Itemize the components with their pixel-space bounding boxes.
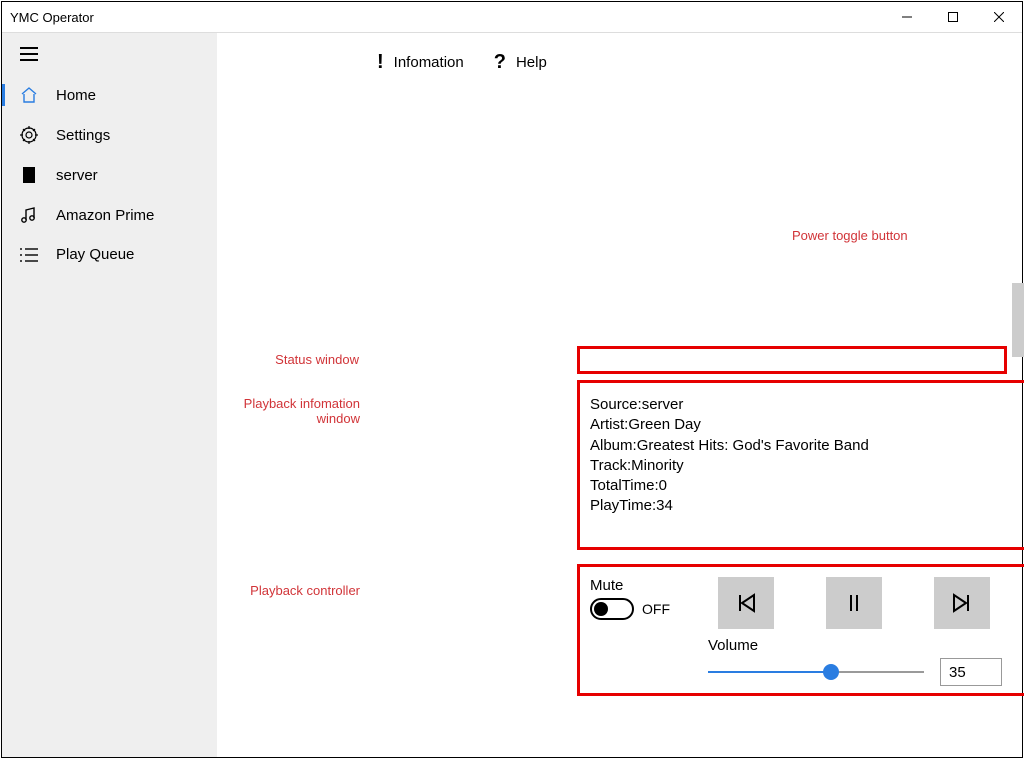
power-toggle-button[interactable]: Power [1012, 283, 1024, 357]
value-album: Greatest Hits: God's Favorite Band [637, 437, 869, 454]
sidebar-item-label: Settings [56, 127, 110, 144]
maximize-button[interactable] [930, 2, 976, 32]
value-source: server [642, 396, 684, 413]
sidebar-item-home[interactable]: Home [2, 75, 217, 115]
skip-next-icon [950, 591, 974, 615]
playback-controller: Mute OFF [577, 564, 1024, 696]
info-icon: ! [377, 51, 384, 74]
playback-information-window: Source:server Artist:Green Day Album:Gre… [577, 380, 1024, 550]
sidebar-item-label: Play Queue [56, 246, 134, 263]
value-artist: Green Day [628, 416, 701, 433]
label-source: Source: [590, 396, 642, 413]
label-totaltime: TotalTime: [590, 477, 659, 494]
sidebar-item-settings[interactable]: Settings [2, 115, 217, 155]
sidebar-item-label: server [56, 167, 98, 184]
mute-state: OFF [642, 601, 670, 617]
pause-icon [842, 591, 866, 615]
close-button[interactable] [976, 2, 1022, 32]
list-icon [20, 248, 38, 262]
tab-information[interactable]: ! Infomation [377, 51, 464, 74]
main-content: ! Infomation ? Help Power toggle button … [217, 33, 1022, 757]
sidebar-item-play-queue[interactable]: Play Queue [2, 235, 217, 274]
mute-toggle[interactable] [590, 598, 634, 620]
sidebar: Home Settings server [2, 33, 217, 757]
annotation-power: Power toggle button [792, 228, 908, 243]
hamburger-menu-button[interactable] [2, 43, 217, 75]
sidebar-item-amazon-prime[interactable]: Amazon Prime [2, 195, 217, 235]
label-album: Album: [590, 437, 637, 454]
annotation-playback-controller: Playback controller [232, 583, 360, 598]
tab-help[interactable]: ? Help [494, 51, 547, 74]
home-icon [20, 86, 38, 104]
volume-value: 35 [949, 664, 966, 681]
volume-label: Volume [708, 637, 1002, 654]
annotation-playback-info: Playback infomation window [232, 396, 360, 426]
skip-previous-icon [734, 591, 758, 615]
help-icon: ? [494, 51, 506, 74]
value-playtime: 34 [656, 497, 673, 514]
label-artist: Artist: [590, 416, 628, 433]
sidebar-item-label: Amazon Prime [56, 207, 154, 224]
next-track-button[interactable] [934, 577, 990, 629]
pause-button[interactable] [826, 577, 882, 629]
status-window [577, 346, 1007, 374]
annotation-status: Status window [247, 352, 359, 367]
sidebar-item-server[interactable]: server [2, 155, 217, 195]
gear-icon [20, 126, 38, 144]
music-icon [20, 206, 38, 224]
sidebar-item-label: Home [56, 87, 96, 104]
volume-value-input[interactable]: 35 [940, 658, 1002, 686]
previous-track-button[interactable] [718, 577, 774, 629]
label-track: Track: [590, 457, 631, 474]
active-indicator [2, 84, 5, 106]
mute-label: Mute [590, 577, 690, 594]
minimize-button[interactable] [884, 2, 930, 32]
value-track: Minority [631, 457, 684, 474]
value-totaltime: 0 [659, 477, 667, 494]
label-playtime: PlayTime: [590, 497, 656, 514]
tab-label: Help [516, 54, 547, 71]
server-icon [20, 166, 38, 184]
volume-slider[interactable] [708, 671, 924, 673]
window-title: YMC Operator [10, 10, 94, 25]
hamburger-icon [20, 47, 38, 61]
tab-label: Infomation [394, 54, 464, 71]
